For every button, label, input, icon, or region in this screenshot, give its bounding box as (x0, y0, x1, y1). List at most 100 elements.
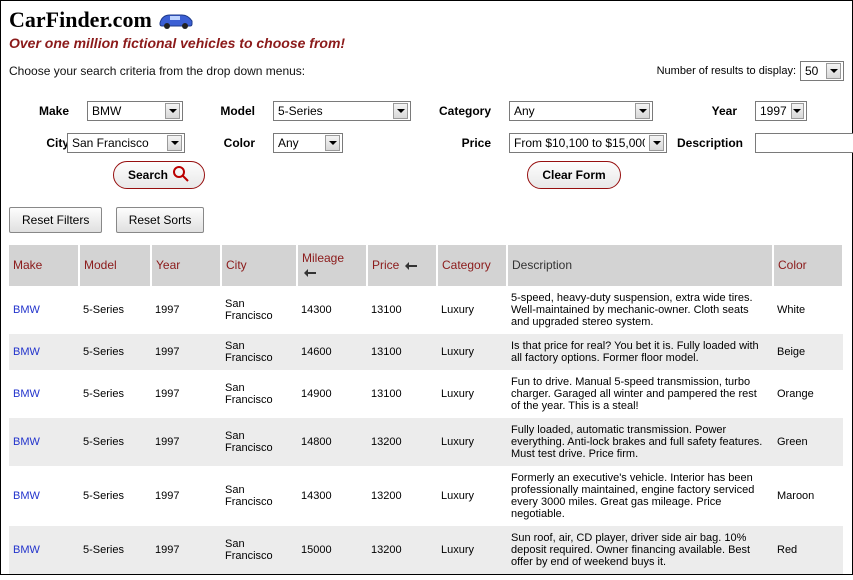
cell-city: San Francisco (221, 526, 297, 574)
price-select[interactable]: From $10,100 to $15,000 (509, 133, 667, 153)
table-row: BMW 5-Series1997San Francisco1430013100Lu… (9, 286, 843, 334)
instructions-text: Choose your search criteria from the dro… (9, 64, 305, 78)
price-label: Price (431, 136, 491, 150)
magnifier-icon (172, 165, 190, 186)
col-color[interactable]: Color (773, 245, 843, 286)
cell-city: San Francisco (221, 466, 297, 526)
make-link[interactable]: BMW (13, 544, 40, 556)
model-value: 5-Series (278, 104, 323, 118)
cell-model: 5-Series (79, 334, 151, 370)
table-row: BMW5-Series1997San Francisco1500013200Lu… (9, 526, 843, 574)
reset-filters-button[interactable]: Reset Filters (9, 207, 102, 233)
chevron-down-icon (165, 103, 180, 119)
year-select[interactable]: 1997 (755, 101, 807, 121)
cell-color: Orange (773, 370, 843, 418)
cell-color: Beige (773, 334, 843, 370)
search-button[interactable]: Search (113, 161, 205, 189)
color-select[interactable]: Any (273, 133, 343, 153)
cell-city: San Francisco (221, 370, 297, 418)
clear-form-button[interactable]: Clear Form (527, 161, 620, 189)
col-model[interactable]: Model (79, 245, 151, 286)
cell-year: 1997 (151, 418, 221, 466)
cell-year: 1997 (151, 466, 221, 526)
category-select[interactable]: Any (509, 101, 653, 121)
model-label: Model (205, 104, 255, 118)
clear-form-label: Clear Form (542, 168, 605, 182)
cell-description: 5-speed, heavy-duty suspension, extra wi… (507, 286, 773, 334)
price-value: From $10,100 to $15,000 (514, 136, 645, 150)
cell-category: Luxury (437, 526, 507, 574)
make-link[interactable]: BMW (13, 304, 40, 316)
cell-description: Fully loaded, automatic transmission. Po… (507, 418, 773, 466)
table-row: BMW5-Series1997San Francisco1460013100Lu… (9, 334, 843, 370)
model-select[interactable]: 5-Series (273, 101, 411, 121)
sort-icon (405, 259, 417, 273)
cell-mileage: 14300 (297, 286, 367, 334)
make-link[interactable]: BMW (13, 490, 40, 502)
cell-model: 5-Series (79, 526, 151, 574)
category-value: Any (514, 104, 535, 118)
cell-year: 1997 (151, 370, 221, 418)
sort-icon (304, 266, 316, 280)
search-button-label: Search (128, 168, 168, 182)
cell-category: Luxury (437, 334, 507, 370)
make-link[interactable]: BMW (13, 388, 40, 400)
color-label: Color (205, 136, 255, 150)
cell-mileage: 14300 (297, 466, 367, 526)
cell-color: Green (773, 418, 843, 466)
chevron-down-icon (393, 103, 408, 119)
cell-price: 13100 (367, 334, 437, 370)
col-year[interactable]: Year (151, 245, 221, 286)
cell-category: Luxury (437, 466, 507, 526)
cell-description: Is that price for real? You bet it is. F… (507, 334, 773, 370)
cell-description: Formerly an executive's vehicle. Interio… (507, 466, 773, 526)
results-count-label: Number of results to display: (657, 65, 796, 77)
cell-year: 1997 (151, 286, 221, 334)
cell-model: 5-Series (79, 286, 151, 334)
make-link[interactable]: BMW (13, 436, 40, 448)
cell-mileage: 14900 (297, 370, 367, 418)
table-row: BMW5-Series1997San Francisco1490013100Lu… (9, 370, 843, 418)
cell-price: 13100 (367, 286, 437, 334)
cell-model: 5-Series (79, 370, 151, 418)
col-mileage[interactable]: Mileage (297, 245, 367, 286)
cell-category: Luxury (437, 286, 507, 334)
results-count-select[interactable]: 50 (800, 61, 844, 81)
make-select[interactable]: BMW (87, 101, 183, 121)
tagline: Over one million fictional vehicles to c… (9, 35, 844, 51)
cell-description: Sun roof, air, CD player, driver side ai… (507, 526, 773, 574)
cell-price: 13200 (367, 418, 437, 466)
col-make[interactable]: Make (9, 245, 79, 286)
table-row: BMW5-Series1997San Francisco1430013200Lu… (9, 466, 843, 526)
city-select[interactable]: San Francisco (67, 133, 185, 153)
chevron-down-icon (325, 135, 340, 151)
table-row: BMW5-Series1997San Francisco1480013200Lu… (9, 418, 843, 466)
city-value: San Francisco (72, 136, 149, 150)
color-value: Any (278, 136, 299, 150)
col-city[interactable]: City (221, 245, 297, 286)
year-label: Year (677, 104, 737, 118)
chevron-down-icon (826, 63, 841, 79)
chevron-down-icon (791, 103, 804, 119)
make-link[interactable]: BMW (13, 346, 40, 358)
cell-price: 13200 (367, 526, 437, 574)
cell-price: 13200 (367, 466, 437, 526)
cell-category: Luxury (437, 418, 507, 466)
cell-city: San Francisco (221, 286, 297, 334)
reset-sorts-label: Reset Sorts (129, 213, 192, 227)
cell-color: Red (773, 526, 843, 574)
chevron-down-icon (649, 135, 664, 151)
chevron-down-icon (635, 103, 650, 119)
reset-sorts-button[interactable]: Reset Sorts (116, 207, 205, 233)
cell-year: 1997 (151, 334, 221, 370)
cell-city: San Francisco (221, 418, 297, 466)
description-input[interactable] (755, 133, 853, 153)
cell-price: 13100 (367, 370, 437, 418)
make-label: Make (9, 104, 69, 118)
reset-filters-label: Reset Filters (22, 213, 89, 227)
results-count-value: 50 (805, 64, 818, 78)
col-price[interactable]: Price (367, 245, 437, 286)
cell-mileage: 14600 (297, 334, 367, 370)
car-icon (156, 9, 196, 31)
col-category[interactable]: Category (437, 245, 507, 286)
